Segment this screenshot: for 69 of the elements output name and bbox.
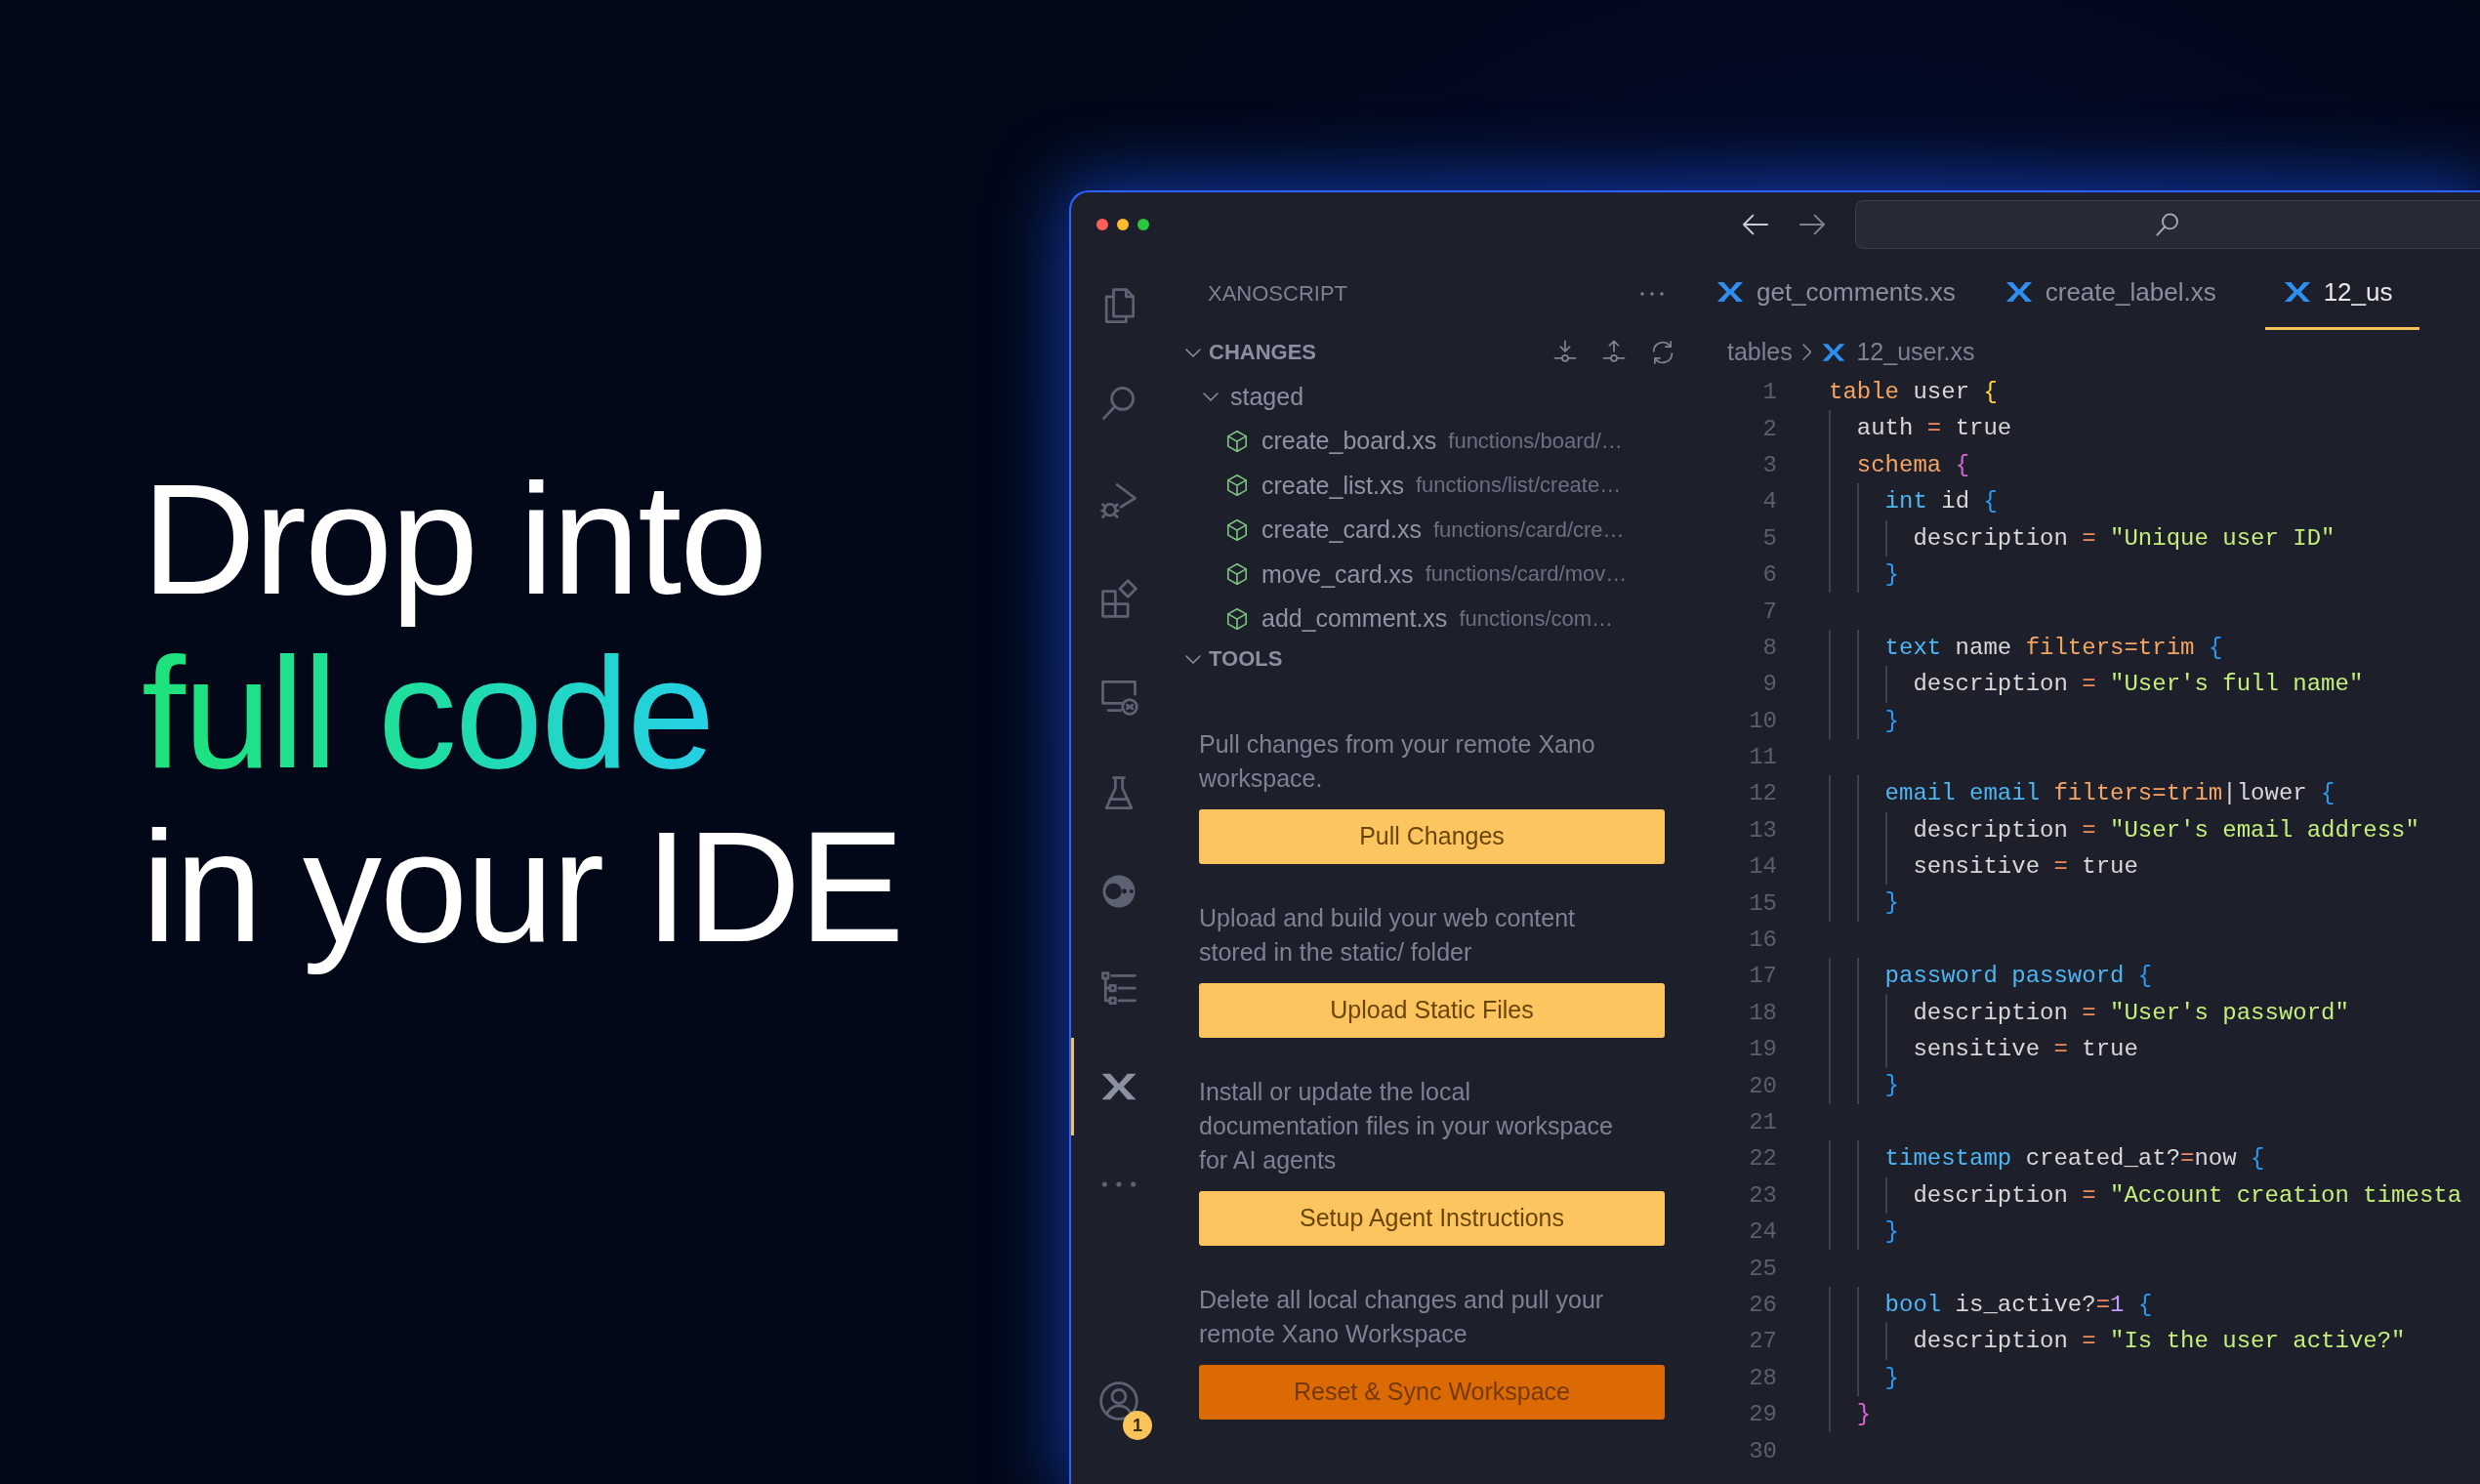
line-number: 17 bbox=[1748, 963, 1777, 990]
file-path: functions/card/mov… bbox=[1425, 561, 1628, 588]
file-name[interactable]: create_list.xs bbox=[1261, 471, 1404, 500]
line-number: 5 bbox=[1761, 524, 1777, 552]
window-control[interactable] bbox=[1137, 219, 1149, 230]
tool-description: Pull changes from your remote Xano workspace. bbox=[1199, 728, 1596, 794]
section-title[interactable]: TOOLS bbox=[1209, 645, 1676, 672]
line-number: 7 bbox=[1761, 598, 1777, 625]
cube-icon bbox=[1224, 428, 1250, 454]
line-number: 9 bbox=[1761, 671, 1777, 698]
breadcrumb-item[interactable]: 12_user.xs bbox=[1856, 338, 1975, 366]
window-control[interactable] bbox=[1117, 219, 1129, 230]
line-number: 18 bbox=[1748, 999, 1777, 1026]
headline-text: in your IDE bbox=[142, 800, 903, 973]
cube-icon bbox=[1224, 473, 1250, 499]
editor-tab[interactable]: get_comments.xs bbox=[1715, 257, 1983, 330]
editor-tab[interactable]: 12_us bbox=[2264, 257, 2420, 330]
window-control[interactable] bbox=[1096, 219, 1108, 230]
line-number: 25 bbox=[1748, 1255, 1777, 1282]
line-number: 11 bbox=[1748, 744, 1777, 771]
file-path: functions/board/… bbox=[1448, 428, 1623, 454]
line-number: 29 bbox=[1748, 1401, 1777, 1428]
line-number: 24 bbox=[1748, 1218, 1777, 1246]
file-name[interactable]: create_board.xs bbox=[1261, 427, 1437, 456]
line-number: 15 bbox=[1748, 889, 1777, 917]
line-number: 23 bbox=[1748, 1181, 1777, 1209]
line-number: 28 bbox=[1748, 1364, 1777, 1391]
panel-title: XANOSCRIPT bbox=[1208, 280, 1348, 307]
line-number: 12 bbox=[1748, 780, 1777, 807]
cube-icon bbox=[1224, 516, 1250, 543]
line-number: 2 bbox=[1761, 415, 1777, 442]
line-number: 16 bbox=[1748, 927, 1777, 954]
action-button[interactable]: Upload Static Files bbox=[1199, 982, 1665, 1038]
line-number: 30 bbox=[1748, 1437, 1777, 1464]
file-path: functions/list/create… bbox=[1415, 473, 1622, 499]
headline-text: Drop into bbox=[142, 452, 766, 626]
line-number: 14 bbox=[1748, 853, 1777, 881]
search-field[interactable] bbox=[1855, 200, 2480, 249]
action-button[interactable]: Setup Agent Instructions bbox=[1199, 1190, 1665, 1246]
chevron-right-icon bbox=[1801, 343, 1812, 361]
file-path: functions/card/cre… bbox=[1432, 516, 1625, 543]
action-button[interactable]: Pull Changes bbox=[1199, 808, 1665, 864]
cube-icon bbox=[1224, 605, 1250, 632]
tool-description: Delete all local changes and pull your remote Xano Workspace bbox=[1199, 1284, 1605, 1349]
line-number: 6 bbox=[1761, 561, 1777, 589]
tool-description: Upload and build your web content stored in the static/ folder bbox=[1199, 902, 1576, 968]
section-title[interactable]: CHANGES bbox=[1209, 339, 1544, 365]
file-name[interactable]: move_card.xs bbox=[1261, 559, 1414, 589]
line-number: 22 bbox=[1748, 1145, 1777, 1173]
tool-description: Install or update the local documentation files in your workspace for AI agents bbox=[1199, 1076, 1614, 1175]
line-number: 1 bbox=[1761, 379, 1777, 406]
line-number: 21 bbox=[1748, 1109, 1777, 1135]
line-number: 27 bbox=[1748, 1328, 1777, 1355]
cube-icon bbox=[1224, 561, 1250, 588]
file-name[interactable]: add_comment.xs bbox=[1261, 604, 1448, 634]
group-label[interactable]: staged bbox=[1230, 382, 1304, 411]
file-path: functions/com… bbox=[1459, 605, 1614, 632]
line-number: 13 bbox=[1748, 816, 1777, 844]
file-name[interactable]: create_card.xs bbox=[1261, 515, 1422, 545]
notification-badge: 1 bbox=[1123, 1411, 1152, 1440]
line-number: 26 bbox=[1748, 1291, 1777, 1318]
line-number: 20 bbox=[1748, 1072, 1777, 1099]
line-number: 10 bbox=[1748, 707, 1777, 734]
editor-tab[interactable]: create_label.xs bbox=[2004, 257, 2244, 330]
line-number: 3 bbox=[1761, 451, 1777, 478]
line-number: 8 bbox=[1761, 634, 1777, 661]
line-number: 4 bbox=[1761, 488, 1777, 515]
line-number: 19 bbox=[1748, 1036, 1777, 1063]
breadcrumb-item[interactable]: tables bbox=[1727, 338, 1793, 366]
